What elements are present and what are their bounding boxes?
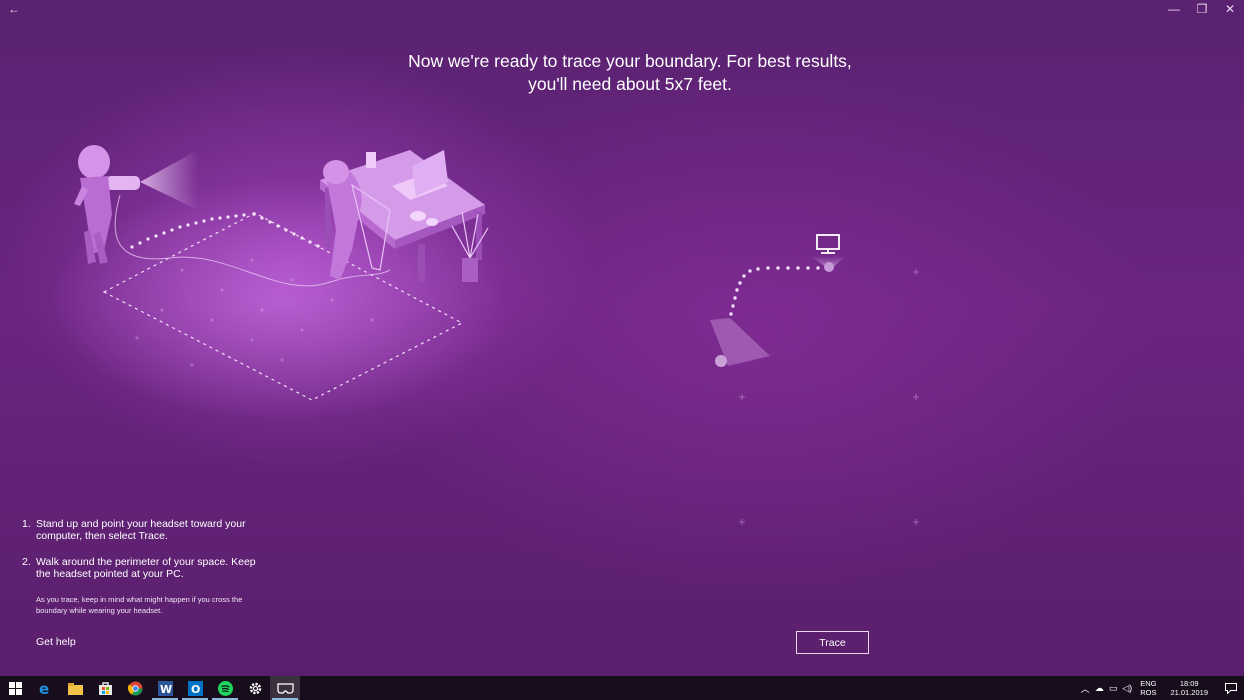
- monitor-icon: [816, 234, 840, 254]
- action-center-icon[interactable]: [1218, 676, 1244, 700]
- pc-point: [824, 262, 834, 272]
- trace-dots-right: [729, 266, 820, 316]
- trace-button[interactable]: Trace: [796, 631, 869, 654]
- right-grid: [739, 269, 919, 525]
- file-explorer-icon[interactable]: [60, 676, 90, 700]
- get-help-link[interactable]: Get help: [36, 636, 76, 648]
- step-1-number: 1.: [22, 518, 31, 530]
- clock-time: 18:09: [1179, 679, 1199, 688]
- svg-text:e: e: [39, 681, 49, 696]
- step-1: 1. Stand up and point your headset towar…: [22, 518, 272, 542]
- clock[interactable]: 18:09 21.01.2019: [1170, 679, 1208, 697]
- spotify-icon[interactable]: [210, 676, 240, 700]
- system-tray: ︿ ☁ ▭ ◁) ENG ROS 18:09 21.01.2019: [1078, 676, 1244, 700]
- headset-position-point: [715, 355, 727, 367]
- windows-start-icon[interactable]: [0, 676, 30, 700]
- network-icon[interactable]: ▭: [1106, 683, 1120, 694]
- language-code: ENG: [1140, 679, 1157, 688]
- outlook-icon[interactable]: O: [180, 676, 210, 700]
- chrome-icon[interactable]: [120, 676, 150, 700]
- instruction-steps: 1. Stand up and point your headset towar…: [22, 518, 272, 594]
- language-indicator[interactable]: ENG ROS: [1140, 679, 1156, 697]
- clock-date: 21.01.2019: [1170, 688, 1208, 697]
- taskbar: e W O ︿ ☁ ▭ ◁) ENG ROS 18:09 21.01.2019: [0, 676, 1244, 700]
- keyboard-layout: ROS: [1140, 688, 1157, 697]
- svg-text:W: W: [160, 683, 172, 696]
- step-2-number: 2.: [22, 556, 31, 568]
- svg-text:O: O: [191, 683, 200, 696]
- store-icon[interactable]: [90, 676, 120, 700]
- safety-note: As you trace, keep in mind what might ha…: [36, 595, 243, 615]
- chevron-up-icon[interactable]: ︿: [1078, 682, 1092, 695]
- step-2-text: Walk around the perimeter of your space.…: [36, 556, 256, 580]
- edge-icon[interactable]: e: [30, 676, 60, 700]
- step-2: 2. Walk around the perimeter of your spa…: [22, 556, 272, 580]
- volume-icon[interactable]: ◁): [1120, 683, 1134, 694]
- settings-icon[interactable]: [240, 676, 270, 700]
- mixed-reality-setup-window: ← — ❐ ✕ Now we're ready to trace your bo…: [0, 0, 1244, 676]
- mixed-reality-portal-icon[interactable]: [270, 676, 300, 700]
- onedrive-cloud-icon[interactable]: ☁: [1092, 683, 1106, 694]
- word-icon[interactable]: W: [150, 676, 180, 700]
- step-1-text: Stand up and point your headset toward y…: [36, 518, 246, 542]
